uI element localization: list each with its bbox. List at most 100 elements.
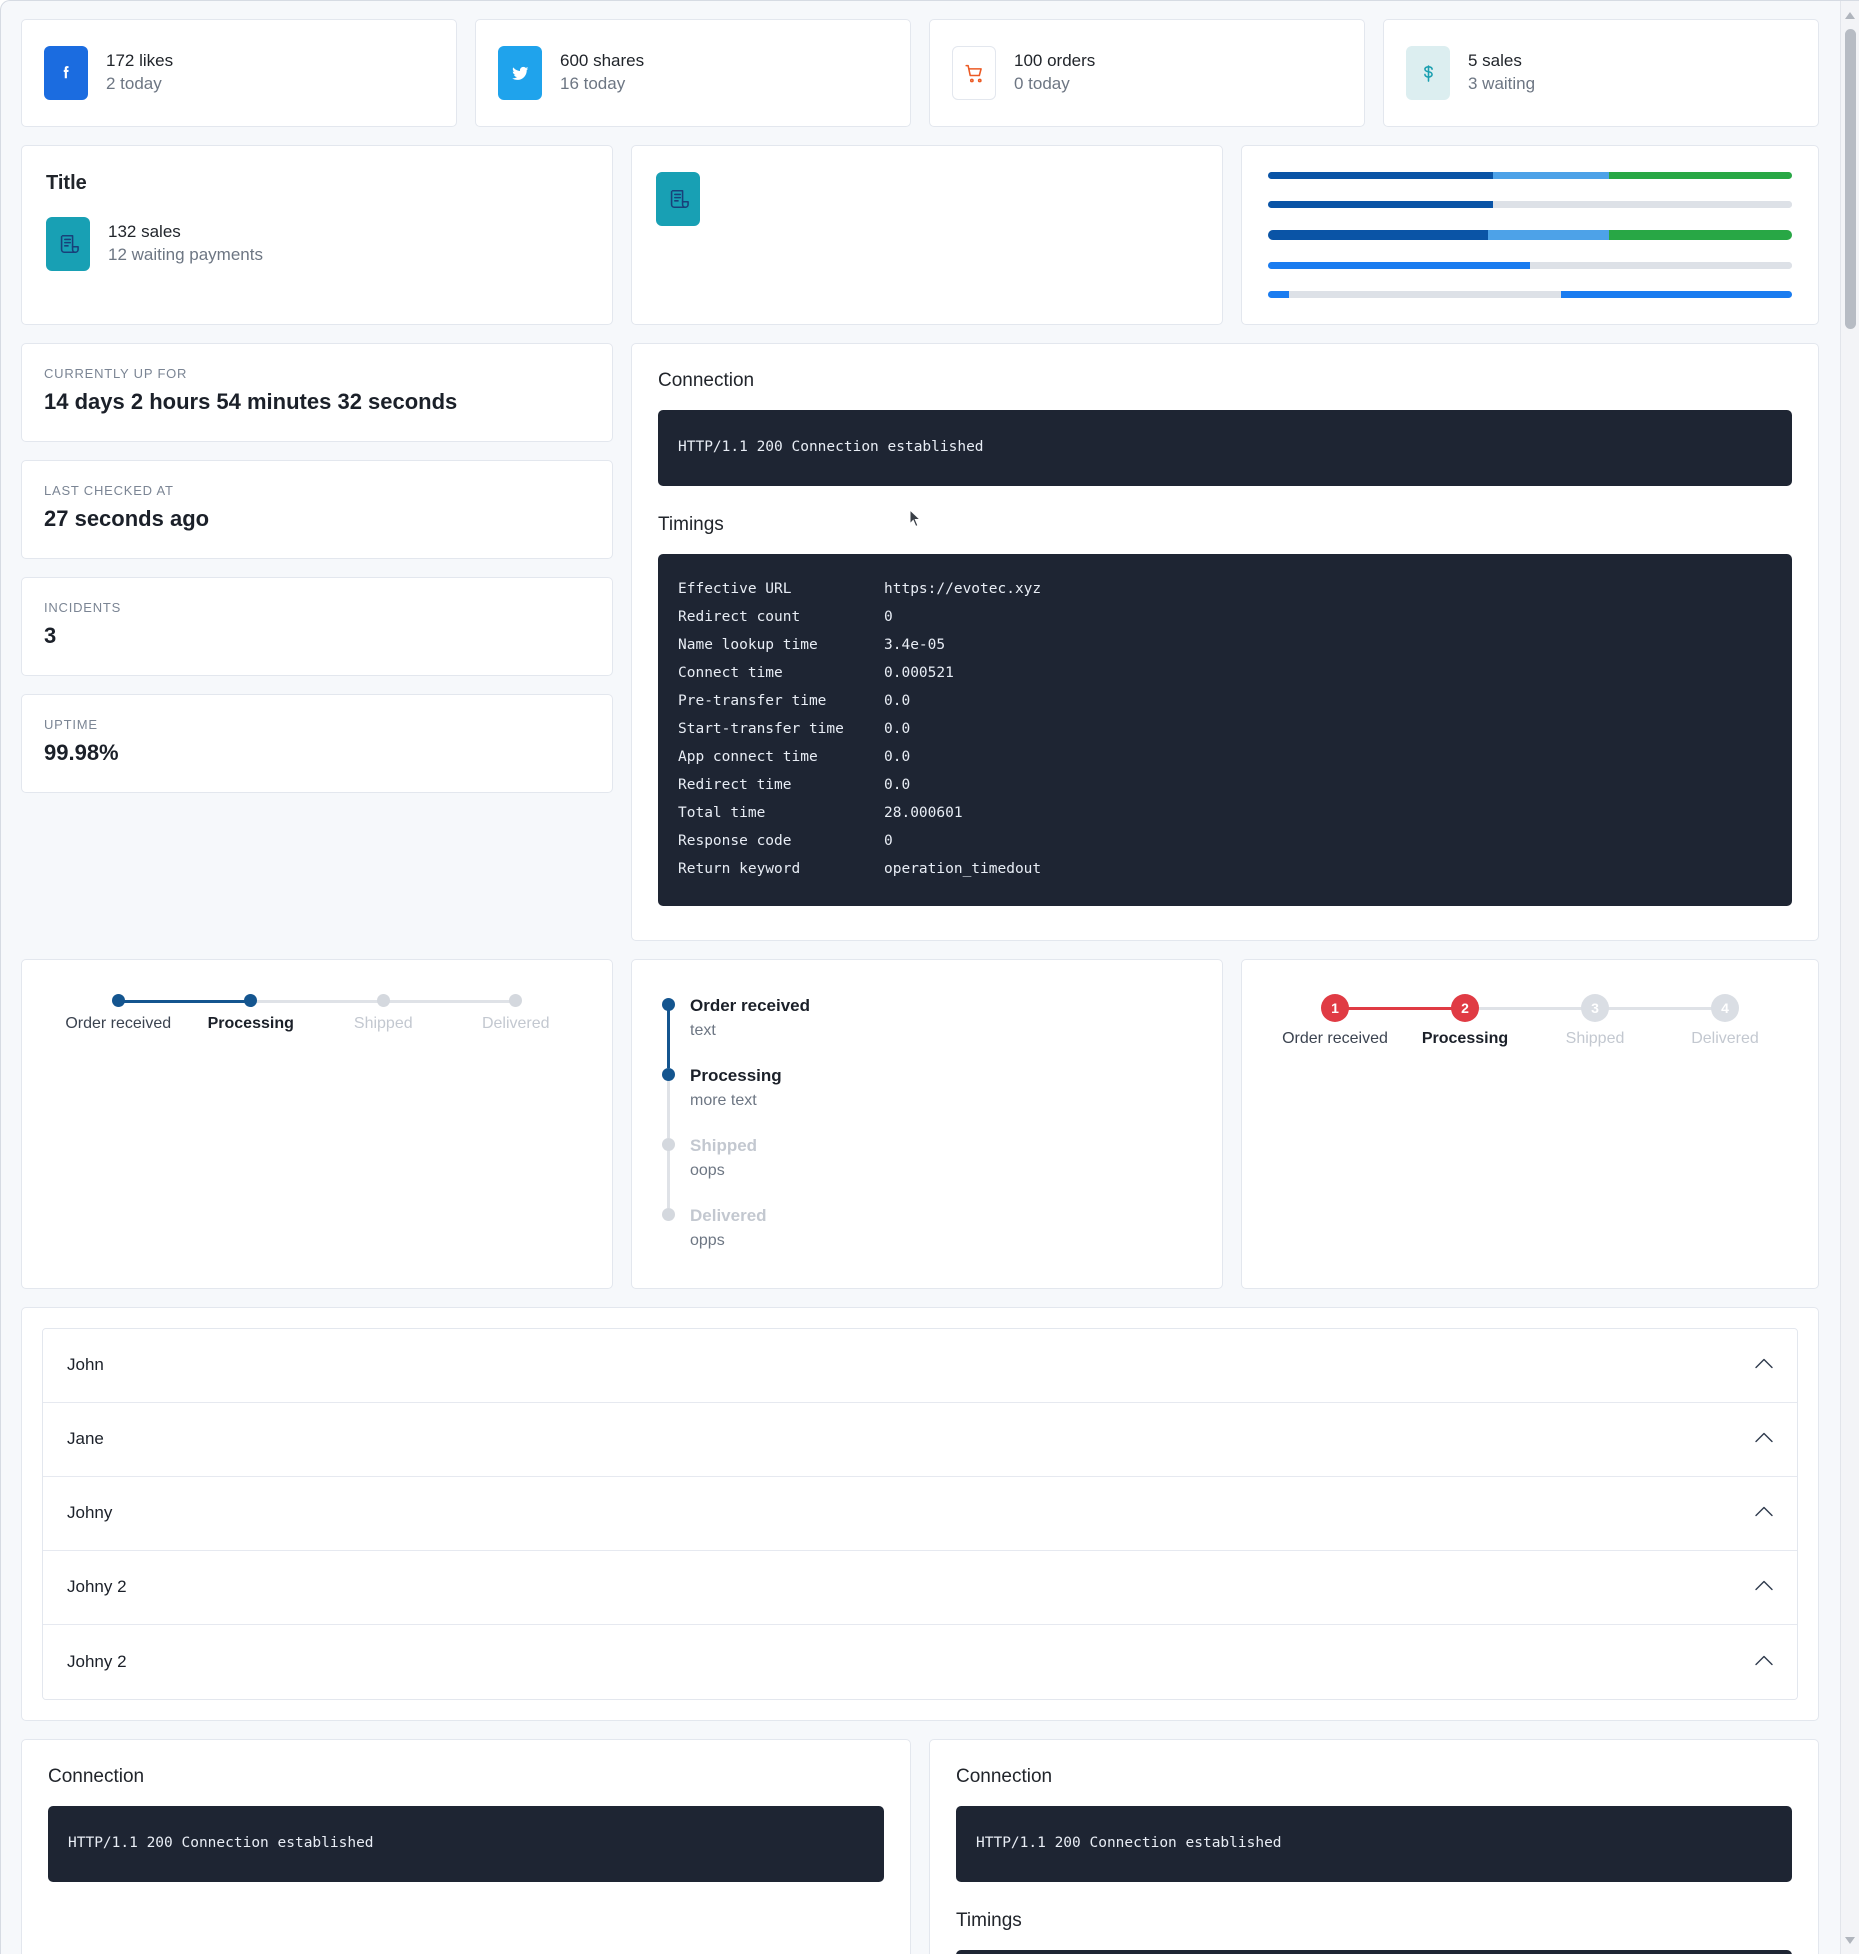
title-card-body: 132 sales 12 waiting payments (46, 217, 588, 271)
scroll-up-arrow-icon[interactable] (1845, 12, 1855, 19)
timing-key: Name lookup time (678, 636, 818, 653)
stepper-connector (667, 1074, 670, 1139)
timing-key: Pre-transfer time (678, 692, 827, 709)
stat-card-sales[interactable]: 5 sales 3 waiting (1383, 19, 1819, 127)
chevron-up-icon[interactable] (1755, 1504, 1773, 1522)
chevron-up-icon[interactable] (1755, 1578, 1773, 1596)
progress-bar (1268, 262, 1792, 269)
timing-key: Connect time (678, 664, 783, 681)
timing-value: 0.0 (884, 720, 911, 737)
timing-row: Response code 0 (678, 828, 1772, 856)
accordion-item[interactable]: Johny 2 (43, 1550, 1797, 1625)
stepper-sublabel: oops (690, 1161, 725, 1179)
stat-text: 5 sales 3 waiting (1468, 50, 1535, 96)
stepper-dot-icon (111, 993, 125, 1007)
progress-bar-segment (1268, 172, 1494, 179)
dot-stepper-card: Order received Processing Shipped Delivered (21, 958, 613, 1289)
chevron-up-icon[interactable] (1755, 1653, 1773, 1671)
chevron-up-icon[interactable] (1755, 1430, 1773, 1448)
stepper-step[interactable]: Delivered opps (662, 1204, 1198, 1252)
stepper-sublabel: more text (690, 1091, 757, 1109)
progress-bar-segment (1561, 291, 1792, 298)
stepper-step[interactable]: Shipped (317, 993, 516, 1033)
timing-row: Connect time 0.000521 (678, 660, 1772, 688)
stepper-step[interactable]: 3 Shipped (1530, 993, 1725, 1048)
status-value: 27 seconds ago (44, 506, 210, 531)
bottom-left-connection-card: Connection HTTP/1.1 200 Connection estab… (21, 1738, 911, 1954)
stepper-label: Processing (207, 1014, 294, 1032)
stepper-step[interactable]: Delivered (450, 993, 583, 1033)
accordion-item[interactable]: Jane (43, 1402, 1797, 1477)
progress-bar-segment (1488, 230, 1609, 240)
stepper-number-badge: 2 (1451, 993, 1479, 1022)
scrollbar-thumb[interactable] (1845, 29, 1856, 329)
status-value: 99.98% (44, 740, 119, 765)
timing-key: Total time (678, 804, 766, 821)
stat-card-row: 172 likes 2 today 600 shares 16 today 10… (21, 19, 1819, 127)
timing-key: Return keyword (678, 860, 801, 877)
mouse-cursor (909, 508, 923, 534)
vertical-scrollbar[interactable] (1840, 1, 1859, 1954)
timing-value: 0 (884, 832, 893, 849)
title-card-heading: Title (46, 172, 87, 194)
status-value: 14 days 2 hours 54 minutes 32 seconds (44, 389, 458, 414)
stat-secondary: 2 today (106, 74, 162, 93)
stat-primary: 100 orders (1014, 51, 1096, 71)
shopping-cart-icon (952, 46, 996, 100)
dashboard-page: 172 likes 2 today 600 shares 16 today 10… (1, 1, 1839, 1954)
timings-output: Effective URL https://evotec.xyz Redirect … (658, 553, 1792, 906)
status-card-column: CURRENTLY UP FOR 14 days 2 hours 54 minu… (21, 343, 613, 793)
timing-key: Redirect count (678, 608, 801, 625)
progress-bar-segment (1530, 262, 1792, 269)
title-card-text: 132 sales 12 waiting payments (108, 221, 263, 267)
accordion-item-label: Jane (67, 1429, 104, 1449)
stat-text: 600 shares 16 today (560, 50, 644, 96)
stepper-step[interactable]: Order received text (662, 994, 1198, 1068)
chevron-up-icon[interactable] (1755, 1356, 1773, 1374)
stepper-step[interactable]: Processing (185, 993, 384, 1033)
accordion-item[interactable]: Johny 2 (43, 1624, 1797, 1699)
timings-title: Timings (658, 513, 724, 535)
stat-card-likes[interactable]: 172 likes 2 today (21, 19, 457, 127)
timing-value: 0.0 (884, 776, 911, 793)
status-card-incidents: INCIDENTS 3 (21, 577, 613, 676)
status-label: LAST CHECKED AT (44, 483, 174, 498)
stepper-label: Shipped (353, 1014, 413, 1032)
progress-bar (1268, 172, 1792, 179)
scroll-down-arrow-icon[interactable] (1845, 1937, 1855, 1944)
steppers-row: Order received Processing Shipped Delivered… (21, 958, 1819, 1289)
stepper-dot-icon (662, 1138, 675, 1152)
accordion-item[interactable]: Johny (43, 1476, 1797, 1551)
stepper-step[interactable]: Order received (52, 993, 251, 1033)
stepper-sublabel: text (690, 1021, 716, 1039)
progress-bar-segment (1288, 291, 1562, 298)
stepper-step[interactable]: Processing more text (662, 1064, 1198, 1139)
progress-bar (1268, 291, 1792, 298)
connection-timings-card: Connection HTTP/1.1 200 Connection estab… (631, 343, 1819, 941)
stat-card-shares[interactable]: 600 shares 16 today (475, 19, 911, 127)
stepper-step[interactable]: 2 Processing (1400, 993, 1595, 1048)
twitter-icon (498, 46, 542, 100)
stat-secondary: 16 today (560, 74, 626, 93)
title-card-secondary: 12 waiting payments (108, 245, 263, 264)
stepper-connector (667, 1003, 670, 1068)
stat-secondary: 0 today (1014, 74, 1070, 93)
stepper-label: Delivered (1691, 1029, 1759, 1047)
stepper-step[interactable]: 1 Order received (1270, 993, 1465, 1048)
stepper-dot-icon (662, 1208, 675, 1222)
stepper-label: Delivered (481, 1014, 550, 1032)
timing-value: 0.0 (884, 748, 911, 765)
stepper-dot-icon (244, 993, 258, 1007)
accordion-item-label: Johny 2 (67, 1651, 127, 1671)
stepper-step[interactable]: 4 Delivered (1660, 993, 1790, 1048)
connection-title: Connection (48, 1765, 145, 1787)
stepper-step[interactable]: Shipped oops (662, 1134, 1198, 1209)
dot-stepper: Order received Processing Shipped Delivered (46, 993, 588, 1033)
stat-primary: 5 sales (1468, 51, 1522, 71)
stat-secondary: 3 waiting (1468, 74, 1536, 93)
timing-row: Redirect count 0 (678, 604, 1772, 632)
accordion-item[interactable]: John (43, 1328, 1797, 1403)
stat-card-orders[interactable]: 100 orders 0 today (929, 19, 1365, 127)
timing-row: Name lookup time 3.4e-05 (678, 632, 1772, 660)
dollar-icon (1406, 46, 1450, 100)
